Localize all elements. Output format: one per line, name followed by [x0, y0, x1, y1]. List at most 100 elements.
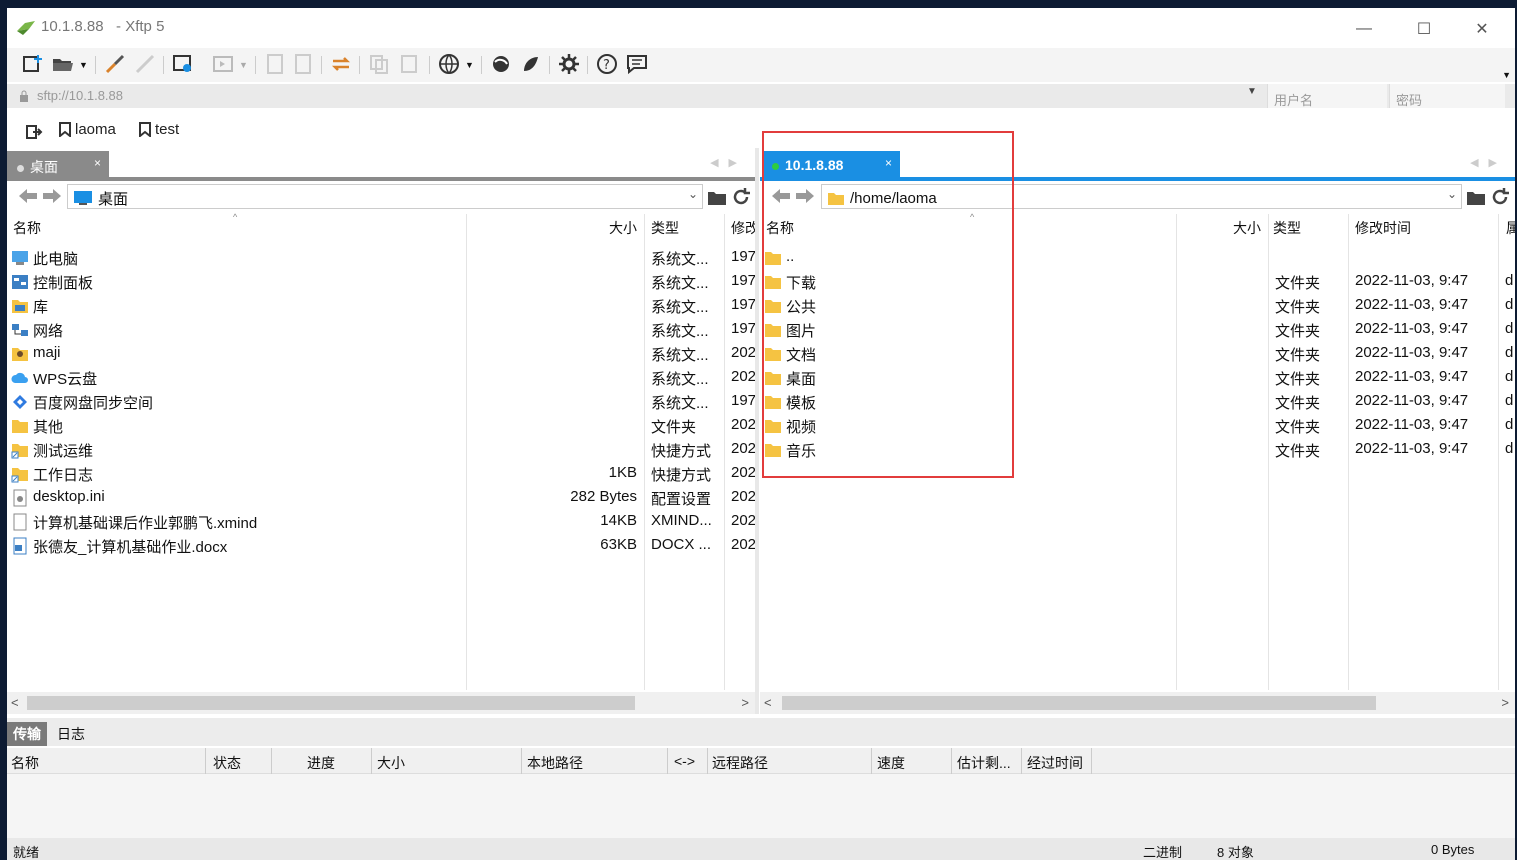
table-row[interactable]: 测试运维 快捷方式 202	[7, 438, 755, 462]
table-row[interactable]: 公共 文件夹 2022-11-03, 9:47 d	[760, 294, 1515, 318]
connect-icon[interactable]	[103, 52, 127, 76]
terminal-dropdown-icon[interactable]: ▼	[239, 60, 248, 70]
refresh-icon[interactable]	[731, 187, 751, 207]
table-row[interactable]: desktop.ini 282 Bytes 配置设置 202	[7, 486, 755, 510]
help-icon[interactable]: ?	[595, 52, 619, 76]
table-row[interactable]: 百度网盘同步空间 系统文... 197	[7, 390, 755, 414]
table-row[interactable]: 此电脑 系统文... 197	[7, 246, 755, 270]
sync-transfer-icon[interactable]	[329, 52, 353, 76]
refresh-icon[interactable]	[1490, 187, 1510, 207]
close-tab-icon[interactable]: ×	[94, 156, 101, 170]
col-permissions[interactable]: 属	[1506, 218, 1515, 238]
settings-gear-icon[interactable]	[557, 52, 581, 76]
toolbar-overflow-icon[interactable]: ▼	[1502, 70, 1511, 80]
col-modified[interactable]: 修改时间	[1355, 218, 1411, 238]
session-properties-icon[interactable]	[171, 52, 195, 76]
table-row[interactable]: 库 系统文... 197	[7, 294, 755, 318]
feedback-icon[interactable]	[625, 52, 649, 76]
tab-remote-session[interactable]: 10.1.8.88 ×	[762, 151, 900, 177]
scroll-left-icon[interactable]: <	[764, 695, 772, 710]
remote-hscrollbar[interactable]: < >	[760, 692, 1515, 714]
table-row[interactable]: 模板 文件夹 2022-11-03, 9:47 d	[760, 390, 1515, 414]
table-row[interactable]: WPS云盘 系统文... 202	[7, 366, 755, 390]
tcol-local-path[interactable]: 本地路径	[527, 753, 583, 773]
tcol-speed[interactable]: 速度	[877, 753, 905, 773]
table-row[interactable]: 网络 系统文... 197	[7, 318, 755, 342]
table-row[interactable]: 音乐 文件夹 2022-11-03, 9:47 d	[760, 438, 1515, 462]
col-name[interactable]: 名称	[766, 218, 794, 238]
scroll-left-icon[interactable]: <	[11, 695, 19, 710]
table-row[interactable]: 工作日志 1KB 快捷方式 202	[7, 462, 755, 486]
terminal-icon[interactable]	[211, 52, 235, 76]
new-folder-icon[interactable]	[707, 188, 727, 206]
sort-caret-icon: ^	[233, 212, 238, 222]
tcol-elapsed[interactable]: 经过时间	[1027, 753, 1083, 773]
address-input[interactable]: sftp://10.1.8.88	[37, 88, 123, 103]
back-forward-icon[interactable]	[17, 187, 63, 205]
table-row[interactable]: 下载 文件夹 2022-11-03, 9:47 d	[760, 270, 1515, 294]
close-tab-icon[interactable]: ×	[885, 156, 892, 170]
local-path-input[interactable]: 桌面 ⌄	[67, 184, 703, 209]
password-field[interactable]: 密码	[1389, 84, 1505, 108]
table-row[interactable]: 张德友_计算机基础作业.docx 63KB DOCX ... 202	[7, 534, 755, 558]
pane-splitter[interactable]	[755, 148, 759, 714]
col-size[interactable]: 大小	[609, 218, 637, 238]
xshell-icon[interactable]	[489, 52, 513, 76]
close-button[interactable]: ✕	[1459, 16, 1505, 42]
minimize-button[interactable]: —	[1341, 16, 1387, 42]
copy-icon[interactable]	[367, 52, 391, 76]
tab-local-desktop[interactable]: 桌面 ×	[7, 151, 109, 177]
links-icon[interactable]	[25, 123, 43, 141]
table-row[interactable]: 图片 文件夹 2022-11-03, 9:47 d	[760, 318, 1515, 342]
tab-log[interactable]: 日志	[51, 722, 91, 746]
new-session-icon[interactable]	[21, 52, 45, 76]
open-dropdown-icon[interactable]: ▼	[79, 60, 88, 70]
scroll-thumb[interactable]	[782, 696, 1376, 710]
tcol-remote-path[interactable]: 远程路径	[712, 753, 768, 773]
col-size[interactable]: 大小	[1233, 218, 1261, 238]
disconnect-icon[interactable]	[133, 52, 157, 76]
bookmark-test[interactable]: test	[139, 121, 179, 138]
maximize-button[interactable]: ☐	[1401, 16, 1447, 42]
col-type[interactable]: 类型	[1273, 218, 1301, 238]
table-row[interactable]: 其他 文件夹 202	[7, 414, 755, 438]
local-hscrollbar[interactable]: < >	[7, 692, 755, 714]
col-type[interactable]: 类型	[651, 218, 679, 238]
back-forward-icon[interactable]	[770, 187, 816, 205]
username-field[interactable]: 用户名	[1267, 84, 1387, 108]
path-dropdown-icon[interactable]: ⌄	[688, 187, 698, 201]
address-dropdown-icon[interactable]: ▼	[1247, 86, 1257, 97]
xmanager-icon[interactable]	[519, 52, 543, 76]
download-icon[interactable]	[291, 52, 315, 76]
bookmark-laoma[interactable]: laoma	[59, 121, 116, 138]
encoding-dropdown-icon[interactable]: ▼	[465, 60, 474, 70]
local-nav-bar: 桌面 ⌄	[7, 181, 755, 211]
tab-scroll-arrows[interactable]: ◀▶	[1470, 156, 1507, 169]
scroll-right-icon[interactable]: >	[741, 695, 749, 710]
table-row[interactable]: 桌面 文件夹 2022-11-03, 9:47 d	[760, 366, 1515, 390]
table-row[interactable]: 文档 文件夹 2022-11-03, 9:47 d	[760, 342, 1515, 366]
globe-icon[interactable]	[437, 52, 461, 76]
open-folder-icon[interactable]	[51, 52, 75, 76]
table-row[interactable]: ..	[760, 246, 1515, 270]
scroll-thumb[interactable]	[27, 696, 635, 710]
tcol-eta[interactable]: 估计剩...	[957, 753, 1011, 773]
table-row[interactable]: 计算机基础课后作业郭鹏飞.xmind 14KB XMIND... 202	[7, 510, 755, 534]
scroll-right-icon[interactable]: >	[1501, 695, 1509, 710]
tcol-status[interactable]: 状态	[213, 753, 241, 773]
path-dropdown-icon[interactable]: ⌄	[1447, 187, 1457, 201]
paste-icon[interactable]	[397, 52, 421, 76]
table-row[interactable]: 控制面板 系统文... 197	[7, 270, 755, 294]
table-row[interactable]: maji 系统文... 202	[7, 342, 755, 366]
tcol-size[interactable]: 大小	[377, 753, 405, 773]
tab-scroll-arrows[interactable]: ◀▶	[710, 156, 747, 169]
tcol-name[interactable]: 名称	[11, 753, 39, 773]
tcol-progress[interactable]: 进度	[307, 753, 335, 773]
upload-icon[interactable]	[263, 52, 287, 76]
tab-transfer[interactable]: 传输	[7, 722, 47, 746]
table-row[interactable]: 视频 文件夹 2022-11-03, 9:47 d	[760, 414, 1515, 438]
tcol-direction[interactable]: <->	[674, 753, 695, 769]
col-name[interactable]: 名称	[13, 218, 41, 238]
new-folder-icon[interactable]	[1466, 188, 1486, 206]
remote-path-input[interactable]: /home/laoma ⌄	[821, 184, 1462, 209]
